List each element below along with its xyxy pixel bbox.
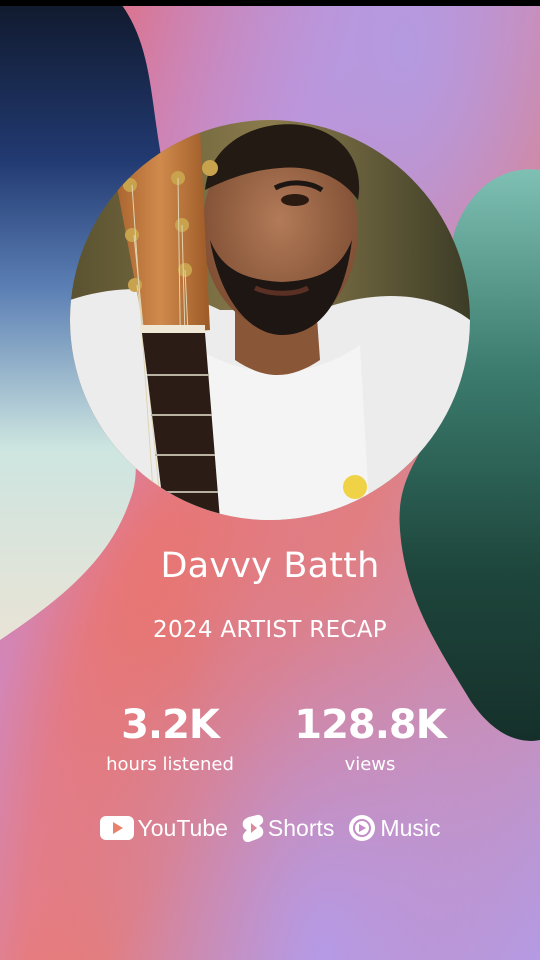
- artist-name: Davvy Batth: [160, 546, 380, 586]
- stat-value: 3.2K: [121, 702, 220, 748]
- brand-label: Shorts: [267, 814, 335, 841]
- brand-label: Music: [380, 814, 441, 841]
- artist-photo: [70, 120, 470, 520]
- brand-logos: YouTube Shorts Music: [0, 808, 540, 848]
- brand-shorts: Shorts: [242, 814, 334, 842]
- stat-views: 128.8K views: [270, 700, 470, 778]
- music-icon: [348, 814, 376, 842]
- stat-hours-listened: 3.2K hours listened: [70, 700, 270, 778]
- stat-label: views: [344, 754, 396, 775]
- brand-youtube: YouTube: [99, 814, 228, 842]
- recap-title: 2024 ARTIST RECAP: [153, 617, 387, 643]
- shorts-icon: [242, 814, 264, 842]
- brand-label: YouTube: [137, 814, 228, 841]
- stat-value: 128.8K: [294, 702, 447, 748]
- youtube-icon: [99, 816, 134, 840]
- brand-music: Music: [348, 814, 440, 842]
- stat-label: hours listened: [106, 754, 234, 775]
- recap-card: Davvy Batth 2024 ARTIST RECAP 3.2K hours…: [0, 0, 540, 960]
